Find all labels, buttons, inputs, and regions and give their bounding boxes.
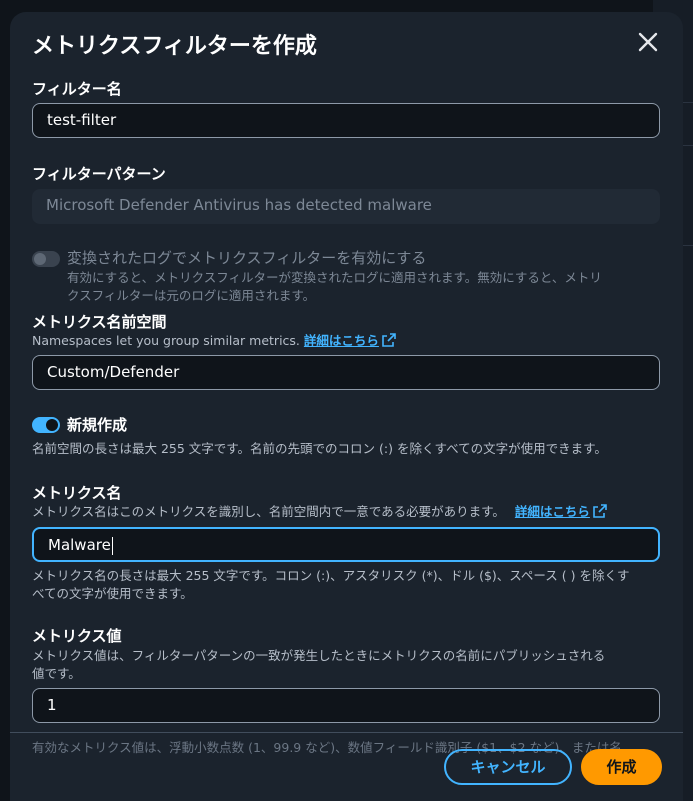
metric-name-label: メトリクス名 <box>32 484 122 502</box>
namespace-input[interactable]: Custom/Defender <box>32 355 660 390</box>
external-link-icon[interactable] <box>593 504 607 518</box>
metric-name-input[interactable]: Malware <box>32 527 660 562</box>
filter-pattern-input: Microsoft Defender Antivirus has detecte… <box>32 189 660 224</box>
transformed-logs-label: 変換されたログでメトリクスフィルターを有効にする <box>67 249 427 267</box>
text-caret <box>111 536 113 555</box>
modal-footer: 有効なメトリクス値は、浮動小数点数 (1、99.9 など)、数値フィールド識別子… <box>10 732 683 801</box>
learn-more-link[interactable]: 詳細はこちら <box>515 504 590 519</box>
metric-name-constraint: メトリクス名の長さは最大 255 文字です。コロン (:)、アスタリスク (*)… <box>32 568 630 601</box>
create-metric-filter-modal: メトリクスフィルターを作成 フィルター名 test-filter フィルターパタ… <box>10 12 683 801</box>
metric-value-input[interactable]: 1 <box>32 688 660 723</box>
cancel-button[interactable]: キャンセル <box>444 749 572 785</box>
filter-pattern-label: フィルターパターン <box>32 165 166 183</box>
transformed-logs-toggle <box>32 251 60 267</box>
namespace-description: Namespaces let you group similar metrics… <box>32 332 396 350</box>
create-button[interactable]: 作成 <box>581 749 662 785</box>
learn-more-link[interactable]: 詳細はこちら <box>304 333 379 348</box>
metric-value-description: メトリクス値は、フィルターパターンの一致が発生したときにメトリクスの名前にパブリ… <box>32 648 606 681</box>
create-new-label: 新規作成 <box>67 416 128 434</box>
metric-name-description: メトリクス名はこのメトリクスを識別し、名前空間内で一意である必要があります。 詳… <box>32 503 607 521</box>
create-new-namespace-toggle[interactable] <box>32 417 60 433</box>
transformed-logs-description: 有効にすると、メトリクスフィルターが変換されたログに適用されます。無効にすると、… <box>67 270 602 303</box>
modal-title: メトリクスフィルターを作成 <box>32 34 317 59</box>
filter-name-input[interactable]: test-filter <box>32 103 660 138</box>
close-icon[interactable] <box>636 30 660 54</box>
filter-name-label: フィルター名 <box>32 80 122 98</box>
namespace-label: メトリクス名前空間 <box>32 313 167 331</box>
metric-value-label: メトリクス値 <box>32 627 122 645</box>
namespace-constraint: 名前空間の長さは最大 255 文字です。名前の先頭でのコロン (:) を除くすべ… <box>32 441 607 456</box>
external-link-icon[interactable] <box>382 333 396 347</box>
